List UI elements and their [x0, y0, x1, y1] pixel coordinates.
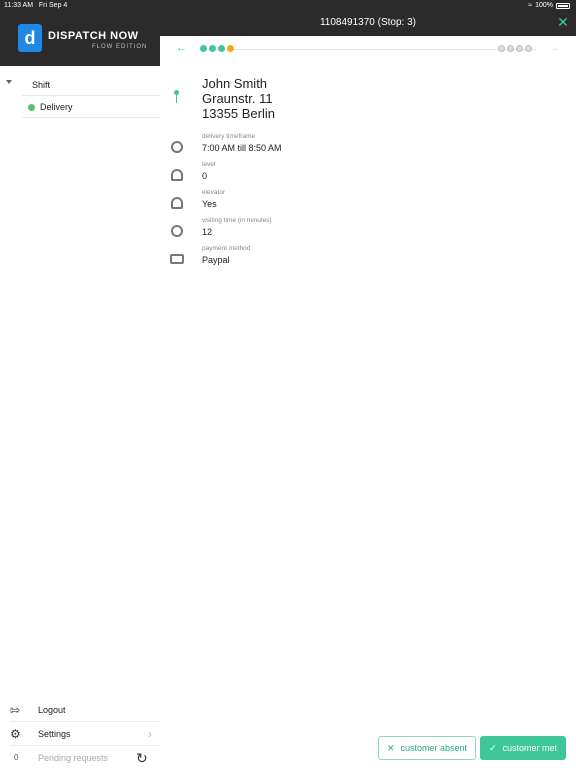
- pending-requests: 0 Pending requests ↻: [0, 746, 160, 768]
- logo-mark-icon: d: [18, 24, 42, 52]
- pending-count: 0: [14, 753, 19, 762]
- customer-absent-label: customer absent: [400, 743, 468, 753]
- progress-line: [200, 49, 536, 50]
- status-time: 11:33 AM Fri Sep 4: [4, 2, 68, 9]
- divider: [22, 117, 160, 118]
- detail-value: 0: [202, 171, 208, 181]
- gauge-icon: [171, 197, 183, 209]
- logo-subtitle: FLOW EDITION: [92, 44, 148, 50]
- close-icon: ✕: [386, 742, 395, 753]
- logout-icon: ⇰: [10, 703, 21, 717]
- arrow-right-icon[interactable]: →: [549, 42, 560, 54]
- money-icon: [170, 254, 184, 264]
- stop-progress: ← →: [160, 40, 576, 58]
- detail-value: Paypal: [202, 255, 230, 265]
- progress-dots-done: [200, 45, 234, 52]
- tree-item-shift[interactable]: Shift: [0, 74, 160, 96]
- sync-icon[interactable]: ↻: [136, 750, 148, 767]
- gauge-icon: [171, 169, 183, 181]
- status-dot-icon: [28, 104, 35, 111]
- address-street: Graunstr. 11: [202, 91, 273, 106]
- logo: d DISPATCH NOW FLOW EDITION: [0, 24, 160, 66]
- progress-dot-current: [227, 45, 234, 52]
- progress-dot: [516, 45, 523, 52]
- sidebar: d DISPATCH NOW FLOW EDITION Shift Delive…: [0, 24, 160, 768]
- clock-icon: [171, 141, 183, 153]
- progress-dot: [200, 45, 207, 52]
- address-city: 13355 Berlin: [202, 106, 275, 121]
- status-right: ≈ 100%: [528, 2, 570, 9]
- status-bar: 11:33 AM Fri Sep 4 ≈ 100%: [0, 0, 576, 12]
- detail-payment-method: payment method Paypal: [160, 245, 576, 273]
- detail-value: Yes: [202, 199, 217, 209]
- detail-caption: visiting time (in minutes): [202, 217, 272, 224]
- customer-met-button[interactable]: ✓ customer met: [480, 736, 566, 760]
- chevron-right-icon: ›: [148, 727, 152, 741]
- settings-label: Settings: [38, 729, 71, 739]
- stop-detail-panel: ← → John Smith Graunstr. 11 13355 Berlin…: [160, 36, 576, 768]
- gear-icon: ⚙: [10, 727, 21, 741]
- logo-name: DISPATCH NOW: [48, 30, 139, 42]
- progress-dot: [507, 45, 514, 52]
- logout-button[interactable]: ⇰ Logout: [0, 698, 160, 722]
- tree-item-label: Shift: [32, 80, 51, 90]
- progress-dots-future: [498, 45, 532, 52]
- caret-down-icon[interactable]: [6, 80, 12, 84]
- detail-delivery-timeframe: delivery timeframe 7:00 AM till 8:50 AM: [160, 133, 576, 161]
- progress-dot: [525, 45, 532, 52]
- progress-dot: [218, 45, 225, 52]
- customer-name: John Smith: [202, 76, 268, 91]
- tree-item-label: Delivery: [40, 102, 73, 112]
- arrow-left-icon[interactable]: ←: [176, 42, 187, 54]
- detail-caption: level: [202, 161, 216, 168]
- clock-icon: [171, 225, 183, 237]
- progress-dot: [498, 45, 505, 52]
- detail-value: 12: [202, 227, 213, 237]
- detail-level: level 0: [160, 161, 576, 189]
- location-pin-icon: [174, 90, 180, 104]
- sidebar-footer: ⇰ Logout ⚙ Settings › 0 Pending requests…: [0, 698, 160, 768]
- wifi-icon: ≈: [528, 2, 533, 9]
- check-icon: ✓: [488, 742, 497, 753]
- detail-caption: payment method: [202, 245, 251, 252]
- progress-dot: [209, 45, 216, 52]
- detail-elevator: elevator Yes: [160, 189, 576, 217]
- detail-caption: delivery timeframe: [202, 133, 256, 140]
- detail-value: 7:00 AM till 8:50 AM: [202, 143, 282, 153]
- customer-absent-button[interactable]: ✕ customer absent: [378, 736, 476, 760]
- settings-button[interactable]: ⚙ Settings ›: [0, 722, 160, 746]
- shift-tree: Shift Delivery: [0, 74, 160, 118]
- detail-visiting-time: visiting time (in minutes) 12: [160, 217, 576, 245]
- logout-label: Logout: [38, 705, 66, 715]
- tree-item-delivery[interactable]: Delivery: [0, 96, 160, 118]
- customer-address: John Smith Graunstr. 11 13355 Berlin: [202, 76, 275, 121]
- battery-icon: [556, 2, 570, 9]
- page-title: 1108491370 (Stop: 3): [319, 17, 416, 28]
- battery-percent: 100%: [535, 2, 553, 9]
- detail-caption: elevator: [202, 189, 226, 196]
- pending-label: Pending requests: [38, 753, 109, 763]
- customer-met-label: customer met: [502, 743, 558, 753]
- close-icon[interactable]: ✕: [556, 15, 570, 29]
